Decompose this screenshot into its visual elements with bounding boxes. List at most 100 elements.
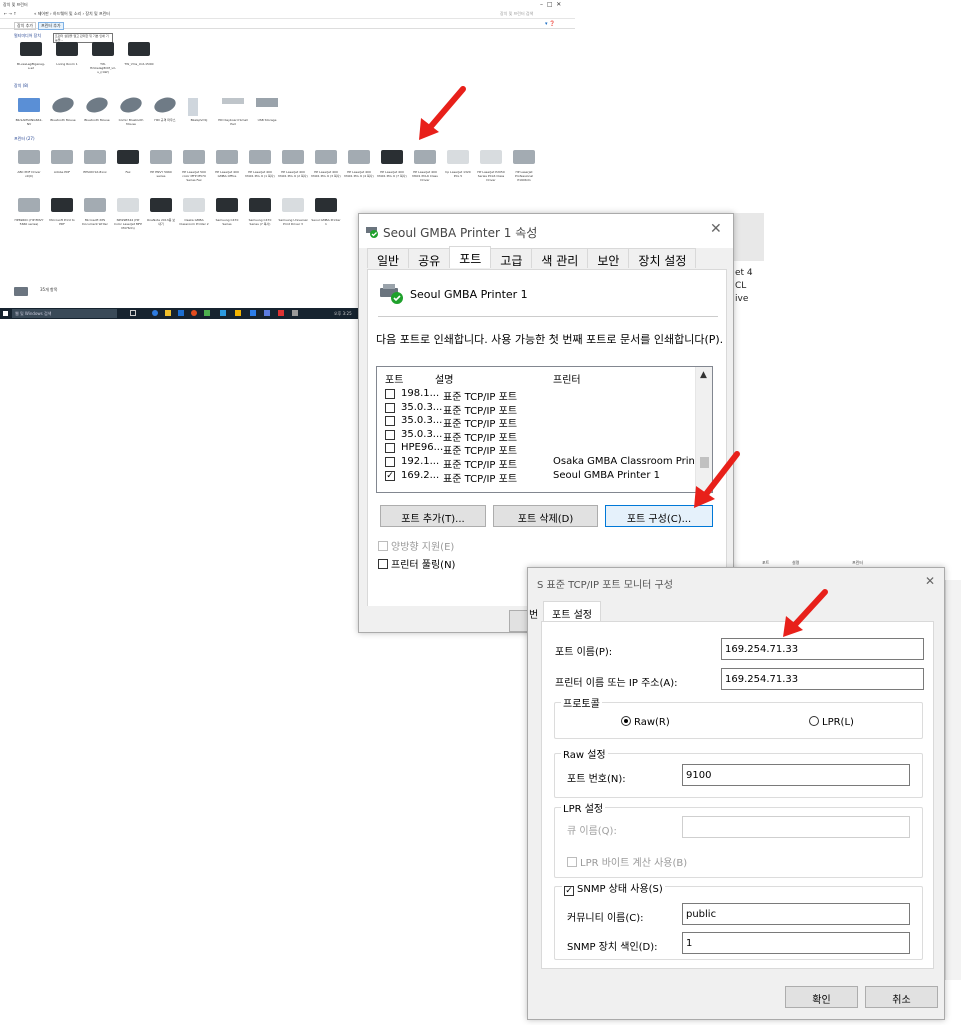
printer-icon[interactable] (447, 150, 469, 164)
lpr-byte-checkbox[interactable]: LPR 바이트 계산 사용(B) (567, 854, 687, 869)
chrome-icon[interactable] (191, 310, 197, 316)
laptop-icon[interactable] (18, 98, 40, 112)
snmp-index-input[interactable]: 1 (682, 932, 910, 954)
printer-icon[interactable] (51, 198, 73, 212)
ok-button[interactable]: 확인 (785, 986, 858, 1008)
app-icon[interactable] (220, 310, 226, 316)
printer-icon[interactable] (348, 150, 370, 164)
printer-icon[interactable] (92, 42, 114, 56)
keyboard-icon[interactable] (222, 98, 244, 104)
printer-icon[interactable] (282, 198, 304, 212)
app-icon[interactable] (235, 310, 241, 316)
port-checkbox[interactable] (385, 389, 395, 399)
port-row[interactable]: 35.0.3... 표준 TCP/IP 포트 (377, 414, 697, 430)
tab-3[interactable]: 고급 (490, 248, 533, 268)
snmp-checkbox[interactable]: ✓ SNMP 상태 사용(S) (562, 880, 665, 896)
app-icon[interactable] (264, 310, 270, 316)
printer-icon[interactable] (128, 42, 150, 56)
port-row[interactable]: 198.1... 표준 TCP/IP 포트 (377, 387, 697, 403)
drive-icon[interactable] (256, 98, 278, 107)
explorer-address-bar[interactable]: ← → ↑ « 제어판 › 하드웨어 및 소리 › 장치 및 프린터 장치 및 … (0, 9, 575, 19)
back-forward-icon[interactable]: ← → ↑ (4, 11, 17, 16)
close-icon[interactable]: ✕ (925, 574, 935, 588)
tab-1[interactable]: 공유 (408, 248, 451, 268)
port-checkbox[interactable] (385, 443, 395, 454)
add-device-button[interactable]: 장치 추가 (14, 22, 36, 30)
cancel-button[interactable]: 취소 (865, 986, 938, 1008)
settings-icon[interactable] (292, 310, 298, 316)
printer-icon[interactable] (150, 198, 172, 212)
delete-port-button[interactable]: 포트 삭제(D) (493, 505, 598, 527)
taskbar-search[interactable]: 웹 및 Windows 검색 (12, 309, 117, 318)
community-input[interactable]: public (682, 903, 910, 925)
tab-5[interactable]: 보안 (587, 248, 630, 268)
windows-start-icon[interactable] (3, 311, 8, 316)
mouse-icon[interactable] (152, 94, 178, 116)
task-view-icon[interactable] (130, 310, 136, 316)
port-row[interactable]: ✓ 169.2... 표준 TCP/IP 포트 Seoul GMBA Printer … (377, 469, 697, 485)
port-list[interactable]: 포트 설명 프린터 198.1... 표준 TCP/IP 포트 35.0.3... 표… (376, 366, 713, 493)
explorer-window-controls[interactable]: – □ ✕ (540, 1, 561, 8)
port-row[interactable]: 35.0.3... 표준 TCP/IP 포트 (377, 428, 697, 444)
printer-icon[interactable] (18, 198, 40, 212)
col-desc-header[interactable]: 설명 (435, 367, 453, 386)
printer-icon[interactable] (315, 198, 337, 212)
port-checkbox[interactable] (385, 457, 395, 467)
tab-4[interactable]: 색 관리 (531, 248, 589, 268)
port-checkbox[interactable] (385, 429, 395, 440)
printer-icon[interactable] (84, 198, 106, 212)
port-checkbox[interactable] (385, 402, 395, 413)
host-input[interactable]: 169.254.71.33 (721, 668, 924, 690)
folder-icon[interactable] (165, 310, 171, 316)
printer-icon[interactable] (249, 150, 271, 164)
add-printer-button[interactable]: 프린터 추가 (38, 22, 64, 30)
port-checkbox[interactable]: ✓ (385, 470, 395, 481)
printer-icon[interactable] (315, 150, 337, 164)
app-icon[interactable] (204, 310, 210, 316)
port-row[interactable]: 192.1... 표준 TCP/IP 포트 Osaka GMBA Classroom… (377, 455, 708, 471)
tab-0[interactable]: 일반 (367, 248, 410, 268)
printer-icon[interactable] (51, 150, 73, 164)
section-multimedia[interactable]: 멀티미디어 장치 (14, 33, 41, 39)
col-printer-header[interactable]: 프린터 (553, 367, 581, 386)
printer-icon[interactable] (183, 150, 205, 164)
lpr-radio[interactable]: LPR(L) (809, 716, 854, 728)
breadcrumb[interactable]: « 제어판 › 하드웨어 및 소리 › 장치 및 프린터 (34, 11, 110, 17)
printer-icon[interactable] (513, 150, 535, 164)
outlook-icon[interactable] (250, 310, 256, 316)
close-icon[interactable]: ✕ (710, 221, 722, 237)
printer-icon[interactable] (216, 150, 238, 164)
printer-icon[interactable] (480, 150, 502, 164)
edge-icon[interactable] (152, 310, 158, 316)
tab-6[interactable]: 장치 설정 (628, 248, 697, 268)
app-icon[interactable] (278, 310, 284, 316)
bidi-checkbox[interactable]: 양방향 지원(E) (378, 538, 454, 553)
printer-icon[interactable] (249, 198, 271, 212)
printer-icon[interactable] (117, 150, 139, 164)
tab-2[interactable]: 포트 (449, 246, 492, 268)
pooling-checkbox[interactable]: 프린터 풀링(N) (378, 556, 455, 571)
section-printers[interactable]: 프린터 (27) (14, 136, 35, 142)
help-icon[interactable]: ▾ ❓ (545, 21, 555, 27)
raw-radio[interactable]: Raw(R) (621, 716, 670, 728)
mouse-icon[interactable] (84, 94, 110, 116)
store-icon[interactable] (178, 310, 184, 316)
port-name-input[interactable]: 169.254.71.33 (721, 638, 924, 660)
printer-icon[interactable] (216, 198, 238, 212)
queue-input[interactable] (682, 816, 910, 838)
printer-icon[interactable] (183, 198, 205, 212)
printer-icon[interactable] (381, 150, 403, 164)
tcp-titlebar[interactable]: S 표준 TCP/IP 포트 모니터 구성 ✕ (528, 568, 944, 596)
col-port-header[interactable]: 포트 (385, 367, 403, 386)
tower-icon[interactable] (188, 98, 198, 116)
chevron-up-icon[interactable]: ▲ (700, 370, 707, 380)
printer-icon[interactable] (414, 150, 436, 164)
printer-icon[interactable] (20, 42, 42, 56)
port-row[interactable]: 35.0.3... 표준 TCP/IP 포트 (377, 401, 697, 417)
port-number-input[interactable]: 9100 (682, 764, 910, 786)
section-devices[interactable]: 장치 (8) (14, 83, 28, 89)
add-port-button[interactable]: 포트 추가(T)... (380, 505, 486, 527)
printer-icon[interactable] (150, 150, 172, 164)
mouse-icon[interactable] (50, 94, 76, 116)
search-input[interactable]: 장치 및 프린터 검색 (500, 11, 533, 17)
